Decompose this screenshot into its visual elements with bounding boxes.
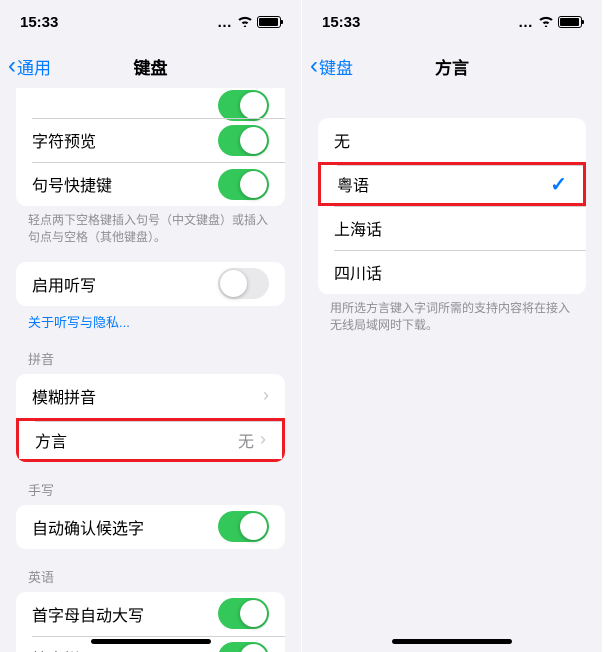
chevron-left-icon: ‹ (8, 54, 16, 78)
toggle-auto-confirm[interactable] (218, 511, 269, 542)
toggle-dictation[interactable] (218, 268, 269, 299)
label: 检查拼写 (32, 646, 218, 652)
label: 启用听写 (32, 272, 218, 296)
label: 粤语 (337, 172, 550, 196)
section-pinyin: 拼音 (28, 349, 273, 368)
chevron-right-icon: › (260, 429, 266, 450)
group-dialect-options: 无 粤语 ✓ 上海话 四川话 (318, 118, 586, 294)
row-char-preview[interactable]: 字符预览 (16, 118, 285, 162)
label: 上海话 (334, 216, 570, 240)
status-time: 15:33 (322, 14, 452, 31)
battery-icon (558, 16, 582, 28)
battery-icon (257, 16, 281, 28)
group-handwrite: 自动确认候选字 (16, 505, 285, 549)
back-label: 键盘 (319, 54, 353, 79)
section-handwrite: 手写 (28, 480, 273, 499)
back-button[interactable]: ‹ 通用 (8, 54, 51, 79)
checkmark-icon: ✓ (550, 172, 567, 197)
option-shanghainese[interactable]: 上海话 (318, 206, 586, 250)
label: 模糊拼音 (32, 384, 263, 408)
label: 四川话 (334, 260, 570, 284)
label: 自动确认候选字 (32, 515, 218, 539)
home-indicator[interactable] (91, 639, 211, 644)
chevron-left-icon: ‹ (310, 54, 318, 78)
group-general-toggles: 字符预览 句号快捷键 (16, 88, 285, 206)
status-time: 15:33 (20, 14, 151, 31)
nav-bar: ‹ 键盘 方言 (302, 44, 602, 88)
toggle-auto-cap[interactable] (218, 598, 269, 629)
page-title: 方言 (435, 54, 469, 79)
status-bar: 15:33 … (302, 0, 602, 44)
toggle-partial[interactable] (218, 90, 269, 121)
option-none[interactable]: 无 (318, 118, 586, 162)
option-sichuanese[interactable]: 四川话 (318, 250, 586, 294)
option-cantonese[interactable]: 粤语 ✓ (318, 162, 586, 206)
cellular-icon: … (217, 14, 233, 31)
back-label: 通用 (17, 54, 51, 79)
content: 字符预览 句号快捷键 轻点两下空格键插入句号（中文键盘）或插入句点与空格（其他键… (0, 88, 301, 652)
toggle-char-preview[interactable] (218, 125, 269, 156)
row-period-shortcut[interactable]: 句号快捷键 (16, 162, 285, 206)
label: 方言 (35, 428, 238, 452)
phone-right-dialect-selection: 15:33 … ‹ 键盘 方言 无 粤语 ✓ 上海话 (301, 0, 602, 652)
home-indicator[interactable] (392, 639, 512, 644)
row-enable-dictation[interactable]: 启用听写 (16, 262, 285, 306)
cellular-icon: … (518, 14, 534, 31)
phone-left-keyboard-settings: 15:33 … ‹ 通用 键盘 字符预览 句号快捷键 (0, 0, 301, 652)
label: 无 (334, 128, 570, 152)
label: 首字母自动大写 (32, 602, 218, 626)
chevron-right-icon: › (263, 385, 269, 406)
back-button[interactable]: ‹ 键盘 (310, 54, 353, 79)
toggle-period-shortcut[interactable] (218, 169, 269, 200)
wifi-icon (237, 14, 253, 30)
row-fuzzy-pinyin[interactable]: 模糊拼音 › (16, 374, 285, 418)
footer-dialect: 用所选方言键入字词所需的支持内容将在接入无线局域网时下载。 (330, 300, 574, 334)
section-english: 英语 (28, 567, 273, 586)
nav-bar: ‹ 通用 键盘 (0, 44, 301, 88)
row-partial-cut[interactable] (16, 88, 285, 118)
page-title: 键盘 (134, 54, 168, 79)
content: 无 粤语 ✓ 上海话 四川话 用所选方言键入字词所需的支持内容将在接入无线局域网… (302, 88, 602, 652)
group-pinyin: 模糊拼音 › 方言 无 › (16, 374, 285, 462)
row-dialect[interactable]: 方言 无 › (16, 418, 285, 462)
footer-period: 轻点两下空格键插入句号（中文键盘）或插入句点与空格（其他键盘）。 (28, 212, 273, 246)
label: 字符预览 (32, 128, 218, 152)
row-auto-cap[interactable]: 首字母自动大写 (16, 592, 285, 636)
row-auto-confirm[interactable]: 自动确认候选字 (16, 505, 285, 549)
toggle-check-spelling[interactable] (218, 642, 269, 652)
dialect-value: 无 (238, 428, 254, 452)
label: 句号快捷键 (32, 172, 218, 196)
group-dictation: 启用听写 (16, 262, 285, 306)
status-bar: 15:33 … (0, 0, 301, 44)
wifi-icon (538, 14, 554, 30)
dictation-privacy-link[interactable]: 关于听写与隐私... (28, 312, 273, 331)
